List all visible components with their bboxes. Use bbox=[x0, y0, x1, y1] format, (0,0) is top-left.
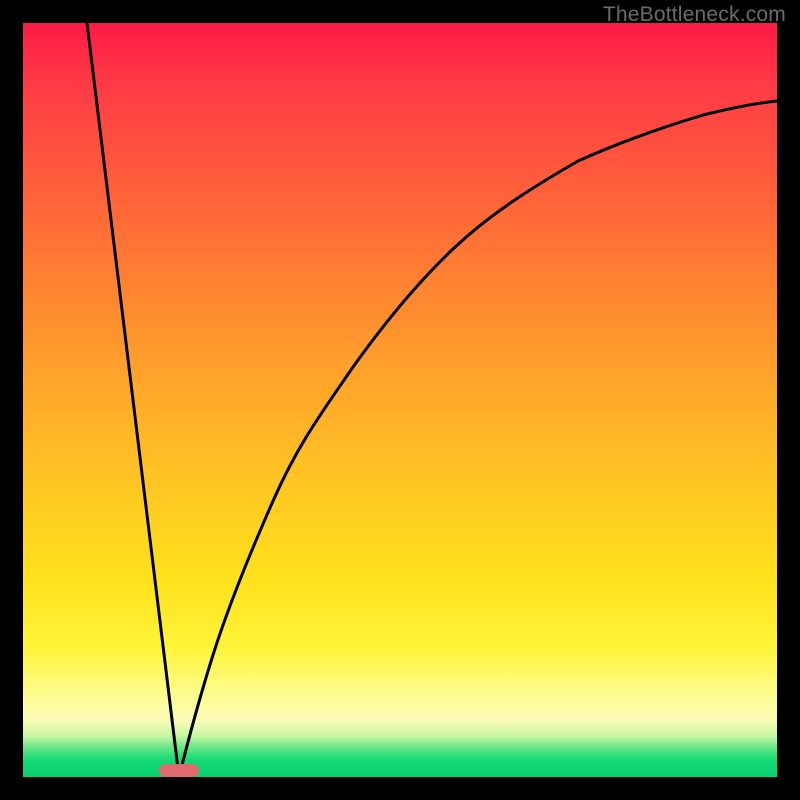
plot-area bbox=[23, 23, 777, 777]
watermark-text: TheBottleneck.com bbox=[603, 3, 786, 27]
optimal-marker bbox=[159, 764, 199, 777]
bottleneck-curve bbox=[23, 23, 777, 777]
chart-stage: TheBottleneck.com bbox=[0, 0, 800, 800]
